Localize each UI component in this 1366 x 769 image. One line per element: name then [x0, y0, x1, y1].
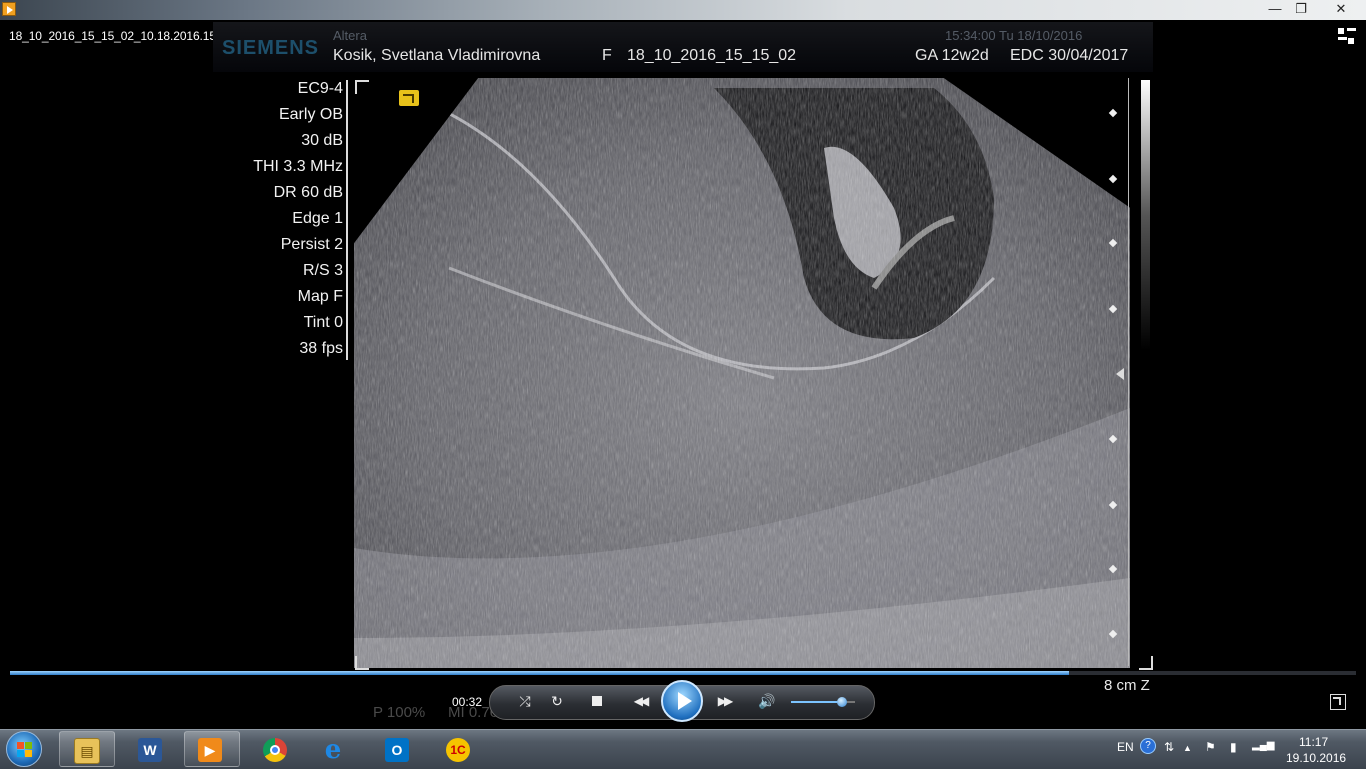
power-icon[interactable]: ▮: [1230, 740, 1237, 754]
grayscale-bar: [1140, 78, 1152, 668]
maximize-button[interactable]: ❐: [1288, 0, 1314, 18]
seek-bar[interactable]: [10, 671, 1356, 675]
ultrasound-image: [354, 78, 1130, 668]
chrome-icon[interactable]: [263, 738, 287, 762]
focus-marker-icon: [1116, 368, 1124, 380]
window-title-bar: [0, 0, 1366, 20]
probe-orientation-icon: [399, 90, 419, 106]
depth-marker: [1108, 108, 1118, 118]
param-tint: Tint 0: [303, 314, 343, 331]
help-icon[interactable]: ?: [1140, 738, 1156, 754]
param-preset: Early OB: [278, 106, 343, 123]
explorer-icon[interactable]: ▤: [74, 738, 100, 764]
seek-progress: [10, 671, 1070, 675]
imaging-parameters: EC9-4 Early OB 30 dB THI 3.3 MHz DR 60 d…: [200, 78, 343, 364]
brand-logo: SIEMENS: [222, 37, 320, 59]
exam-timestamp: 15:34:00 Tu 18/10/2016: [945, 28, 1083, 43]
outlook-icon[interactable]: O: [385, 738, 409, 762]
1c-icon[interactable]: 1С: [446, 738, 470, 762]
media-player-icon[interactable]: ▶: [198, 738, 222, 762]
image-frame-corner: [355, 656, 369, 670]
media-player-app-icon[interactable]: [2, 2, 16, 16]
network-icon[interactable]: ⇅: [1164, 740, 1174, 754]
show-hidden-icons[interactable]: ▲: [1183, 743, 1192, 753]
depth-scale-label: 8 cm Z: [1104, 677, 1150, 694]
param-edge: Edge 1: [292, 210, 343, 227]
param-probe: EC9-4: [297, 80, 343, 97]
params-divider: [346, 80, 348, 360]
param-thi: THI 3.3 MHz: [253, 158, 343, 175]
clock-date[interactable]: 19.10.2016: [1286, 751, 1346, 765]
depth-scale-line: [1128, 78, 1129, 666]
exam-id: 18_10_2016_15_15_02: [627, 47, 797, 64]
patient-sex: F: [602, 47, 612, 64]
repeat-button[interactable]: ↻: [547, 685, 567, 718]
ultrasound-scan-graphic: [354, 78, 1130, 668]
param-frame-rate: 38 fps: [299, 340, 343, 357]
internet-explorer-icon[interactable]: e: [321, 737, 345, 763]
fullscreen-icon[interactable]: [1330, 694, 1346, 710]
expected-delivery-date: EDC 30/04/2017: [1010, 47, 1129, 64]
patient-name: Kosik, Svetlana Vladimirovna: [333, 47, 541, 64]
param-dynamic-range: DR 60 dB: [273, 184, 343, 201]
next-button[interactable]: ▶▶: [710, 685, 738, 718]
action-center-icon[interactable]: ⚑: [1205, 740, 1216, 754]
depth-marker: [1108, 174, 1118, 184]
param-persist: Persist 2: [280, 236, 343, 253]
signal-icon[interactable]: ▂▄▆: [1252, 740, 1274, 751]
previous-button[interactable]: ◀◀: [626, 685, 654, 718]
param-gain: 30 dB: [301, 132, 343, 149]
system-name: Altera: [333, 28, 367, 43]
gestational-age: GA 12w2d: [915, 47, 989, 64]
word-icon[interactable]: W: [138, 738, 162, 762]
language-indicator[interactable]: EN: [1117, 740, 1134, 754]
play-button[interactable]: [661, 680, 703, 722]
close-button[interactable]: ✕: [1326, 0, 1356, 18]
volume-level: [791, 701, 843, 703]
stop-button[interactable]: [588, 685, 606, 718]
elapsed-time: 00:32: [452, 695, 483, 709]
switch-to-library-icon[interactable]: [1338, 28, 1356, 46]
minimize-button[interactable]: —: [1262, 0, 1288, 18]
image-frame-corner: [355, 80, 369, 94]
start-button[interactable]: [6, 731, 42, 767]
volume-button[interactable]: 🔊: [757, 685, 777, 718]
power-readout: P 100%: [373, 704, 426, 721]
stop-icon: [592, 696, 602, 706]
clock-time[interactable]: 11:17: [1299, 735, 1328, 749]
param-map: Map F: [297, 288, 343, 305]
shuffle-button[interactable]: ⤮: [515, 685, 535, 718]
param-rs: R/S 3: [302, 262, 343, 279]
